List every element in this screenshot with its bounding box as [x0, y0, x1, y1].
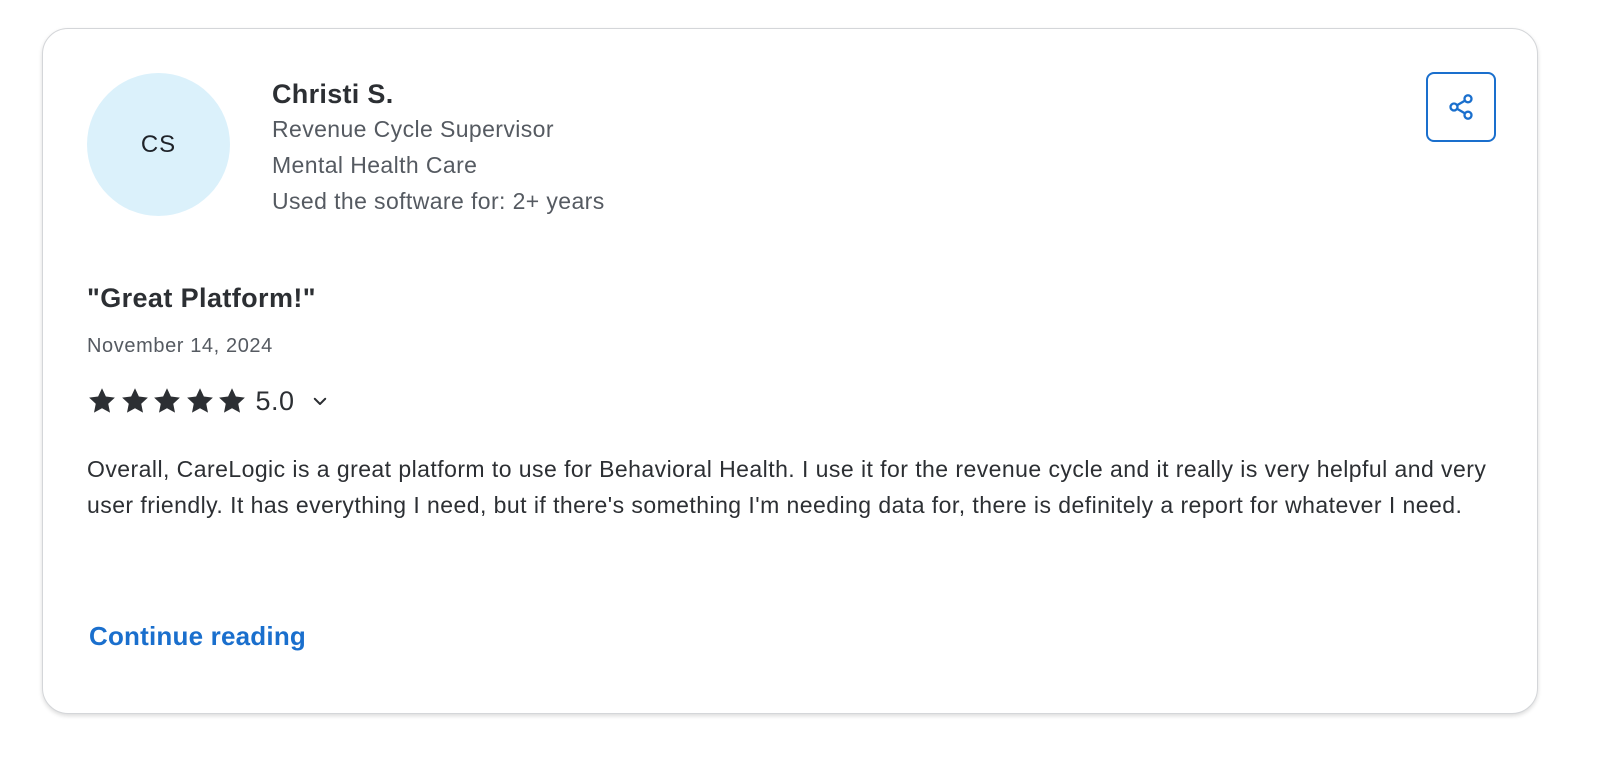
star-icon	[219, 388, 245, 413]
reviewer-industry: Mental Health Care	[272, 152, 478, 178]
reviewer-usage: Used the software for: 2+ years	[272, 188, 605, 214]
rating: 5.0	[87, 383, 331, 419]
review-card: CS Christi S. Revenue Cycle Supervisor M…	[42, 28, 1538, 714]
review-body: Overall, CareLogic is a great platform t…	[87, 456, 1487, 518]
rating-value: 5.0	[255, 385, 295, 416]
reviewer-role: Revenue Cycle Supervisor	[272, 116, 554, 142]
avatar: CS	[87, 73, 230, 216]
avatar-initials: CS	[140, 130, 177, 158]
star-icon	[154, 388, 180, 413]
star-icon	[186, 388, 213, 413]
reviewer-name: Christi S.	[272, 79, 394, 109]
star-rating	[87, 386, 250, 416]
review-title: "Great Platform!"	[87, 283, 316, 313]
review-date: November 14, 2024	[87, 335, 273, 357]
continue-reading-link[interactable]: Continue reading	[89, 621, 306, 652]
rating-breakdown-toggle[interactable]	[309, 390, 331, 412]
share-icon	[1449, 94, 1473, 120]
share-button[interactable]	[1426, 72, 1496, 142]
star-icon	[89, 388, 115, 413]
reviewer-info: Christi S. Revenue Cycle Supervisor Ment…	[272, 77, 605, 219]
chevron-down-icon	[313, 397, 326, 405]
star-icon	[121, 388, 148, 413]
